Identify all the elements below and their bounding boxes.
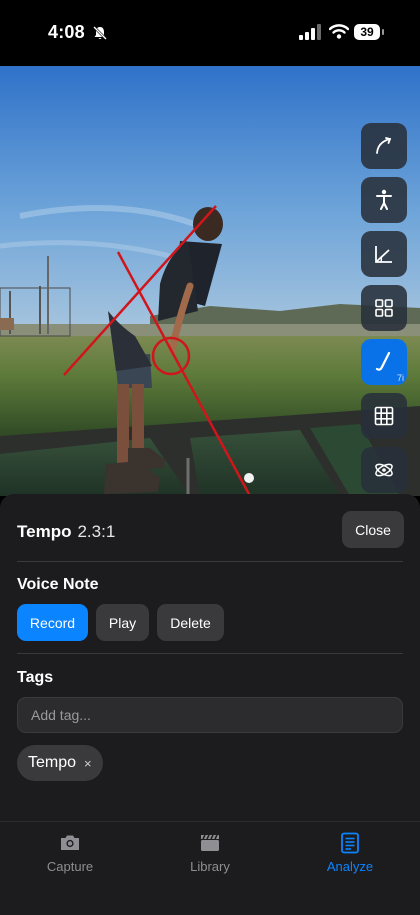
divider	[17, 653, 403, 654]
battery-level: 39	[360, 25, 374, 39]
voice-note-title: Voice Note	[17, 576, 99, 593]
grid-9-icon	[374, 406, 394, 426]
grid-4-tool[interactable]	[361, 285, 407, 331]
tag-chip[interactable]: Tempo ×	[17, 745, 103, 781]
battery-tip	[382, 29, 384, 35]
tags-title: Tags	[17, 669, 54, 686]
tab-capture-label: Capture	[46, 859, 94, 874]
orbit-icon	[375, 463, 393, 477]
document-icon	[341, 832, 359, 854]
grid-4-icon	[375, 299, 393, 317]
grid-9-tool[interactable]	[361, 393, 407, 439]
tab-library-label: Library	[190, 859, 230, 874]
remove-tag-icon[interactable]: ×	[84, 756, 92, 771]
record-button[interactable]: Record	[17, 604, 88, 641]
play-button[interactable]: Play	[96, 604, 149, 641]
clapperboard-icon	[201, 834, 219, 851]
cellular-signal-icon	[299, 24, 321, 40]
status-time: 4:08	[48, 22, 85, 42]
orbit-tool[interactable]	[361, 447, 407, 493]
delete-button[interactable]: Delete	[157, 604, 224, 641]
status-bar: 4:08 39	[0, 0, 420, 66]
bell-muted-icon	[93, 26, 107, 40]
swing-video-frame[interactable]: 7i	[0, 66, 420, 496]
tempo-row: Tempo 2.3:1	[17, 522, 115, 542]
analysis-panel: Tempo 2.3:1 Close Voice Note Record Play …	[0, 494, 420, 821]
angle-icon	[375, 246, 392, 263]
swing-path-icon	[376, 137, 392, 154]
tab-analyze-label: Analyze	[326, 859, 374, 874]
swing-path-tool[interactable]	[361, 123, 407, 169]
tab-library[interactable]: Library	[140, 822, 280, 882]
divider	[17, 561, 403, 562]
tab-analyze[interactable]: Analyze	[280, 822, 420, 882]
swing-frame-image	[0, 66, 420, 496]
body-pose-tool[interactable]	[361, 177, 407, 223]
battery-indicator: 39	[354, 24, 380, 40]
camera-icon	[61, 835, 79, 850]
tempo-value: 2.3:1	[77, 522, 116, 541]
tempo-label: Tempo	[17, 522, 72, 541]
wifi-icon	[329, 24, 349, 39]
close-button[interactable]: Close	[342, 511, 404, 548]
club-icon	[375, 351, 391, 371]
body-pose-icon	[376, 189, 392, 210]
club-badge: 7i	[396, 373, 404, 383]
add-tag-input[interactable]	[17, 697, 403, 733]
angle-tool[interactable]	[361, 231, 407, 277]
tab-capture[interactable]: Capture	[0, 822, 140, 882]
tab-bar: Capture Library Analyze	[0, 821, 420, 915]
tag-chip-label: Tempo	[28, 754, 77, 771]
club-tool[interactable]: 7i	[361, 339, 407, 385]
